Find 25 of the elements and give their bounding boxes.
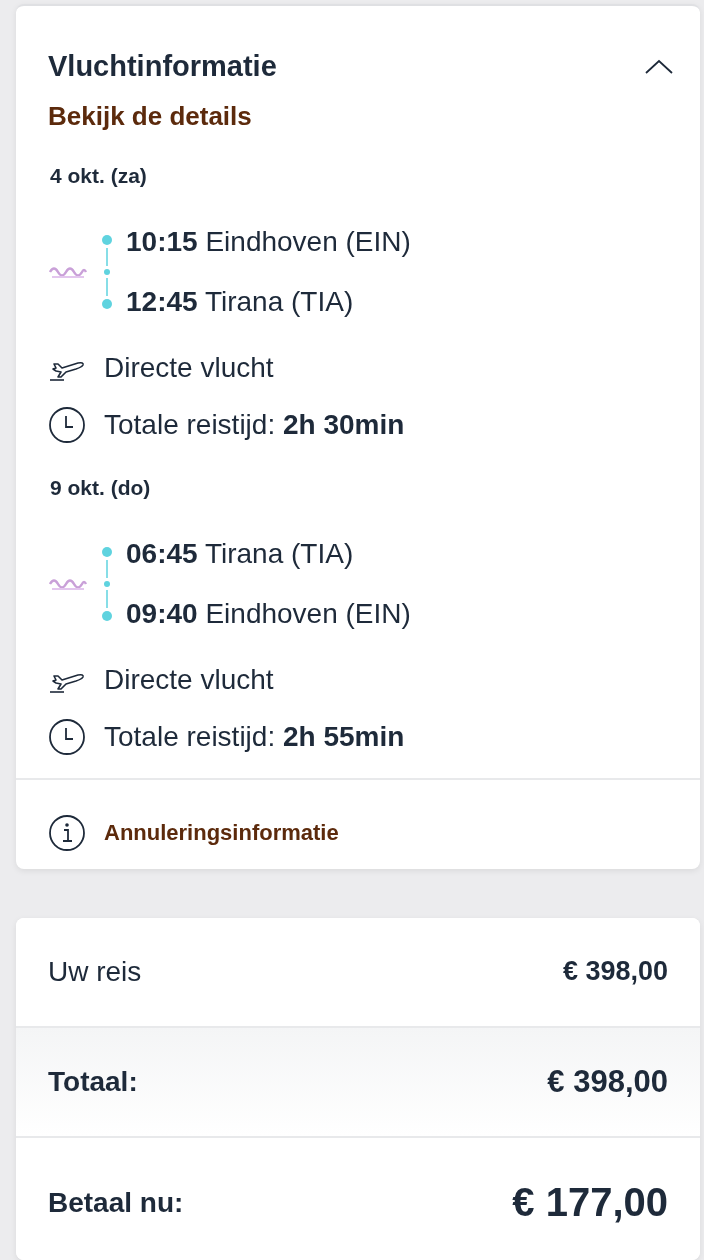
section-title: Vluchtinformatie [48, 50, 277, 83]
segment-label: 06:45 Tirana (TIA) [126, 538, 355, 570]
travel-duration: Totale reistijd: 2h 30min [104, 409, 405, 441]
segment-label: 10:15 Eindhoven (EIN) [126, 226, 411, 258]
clock-icon [48, 406, 86, 444]
route-line-icon [102, 546, 112, 622]
flight-type: Directe vlucht [104, 352, 274, 384]
flight-type: Directe vlucht [104, 664, 274, 696]
info-icon [48, 814, 86, 852]
price-amount: € 177,00 [512, 1180, 668, 1226]
clock-icon [48, 718, 86, 756]
details-link[interactable]: Bekijk de details [48, 101, 252, 132]
price-label: Betaal nu: [48, 1186, 184, 1219]
price-label: Totaal: [48, 1065, 138, 1098]
segment-label: 09:40 Eindhoven (EIN) [126, 598, 411, 630]
segment-label: 12:45 Tirana (TIA) [126, 286, 355, 318]
price-amount: € 398,00 [547, 1063, 668, 1100]
cancellation-link[interactable]: Annuleringsinformatie [104, 820, 339, 846]
route-line-icon [102, 234, 112, 310]
price-label: Uw reis [48, 955, 142, 988]
price-amount: € 398,00 [562, 956, 668, 988]
flight-date: 4 okt. (za) [50, 164, 148, 188]
chevron-up-icon [644, 58, 674, 75]
flight-date: 9 okt. (do) [50, 476, 152, 500]
travel-duration: Totale reistijd: 2h 55min [104, 721, 405, 753]
